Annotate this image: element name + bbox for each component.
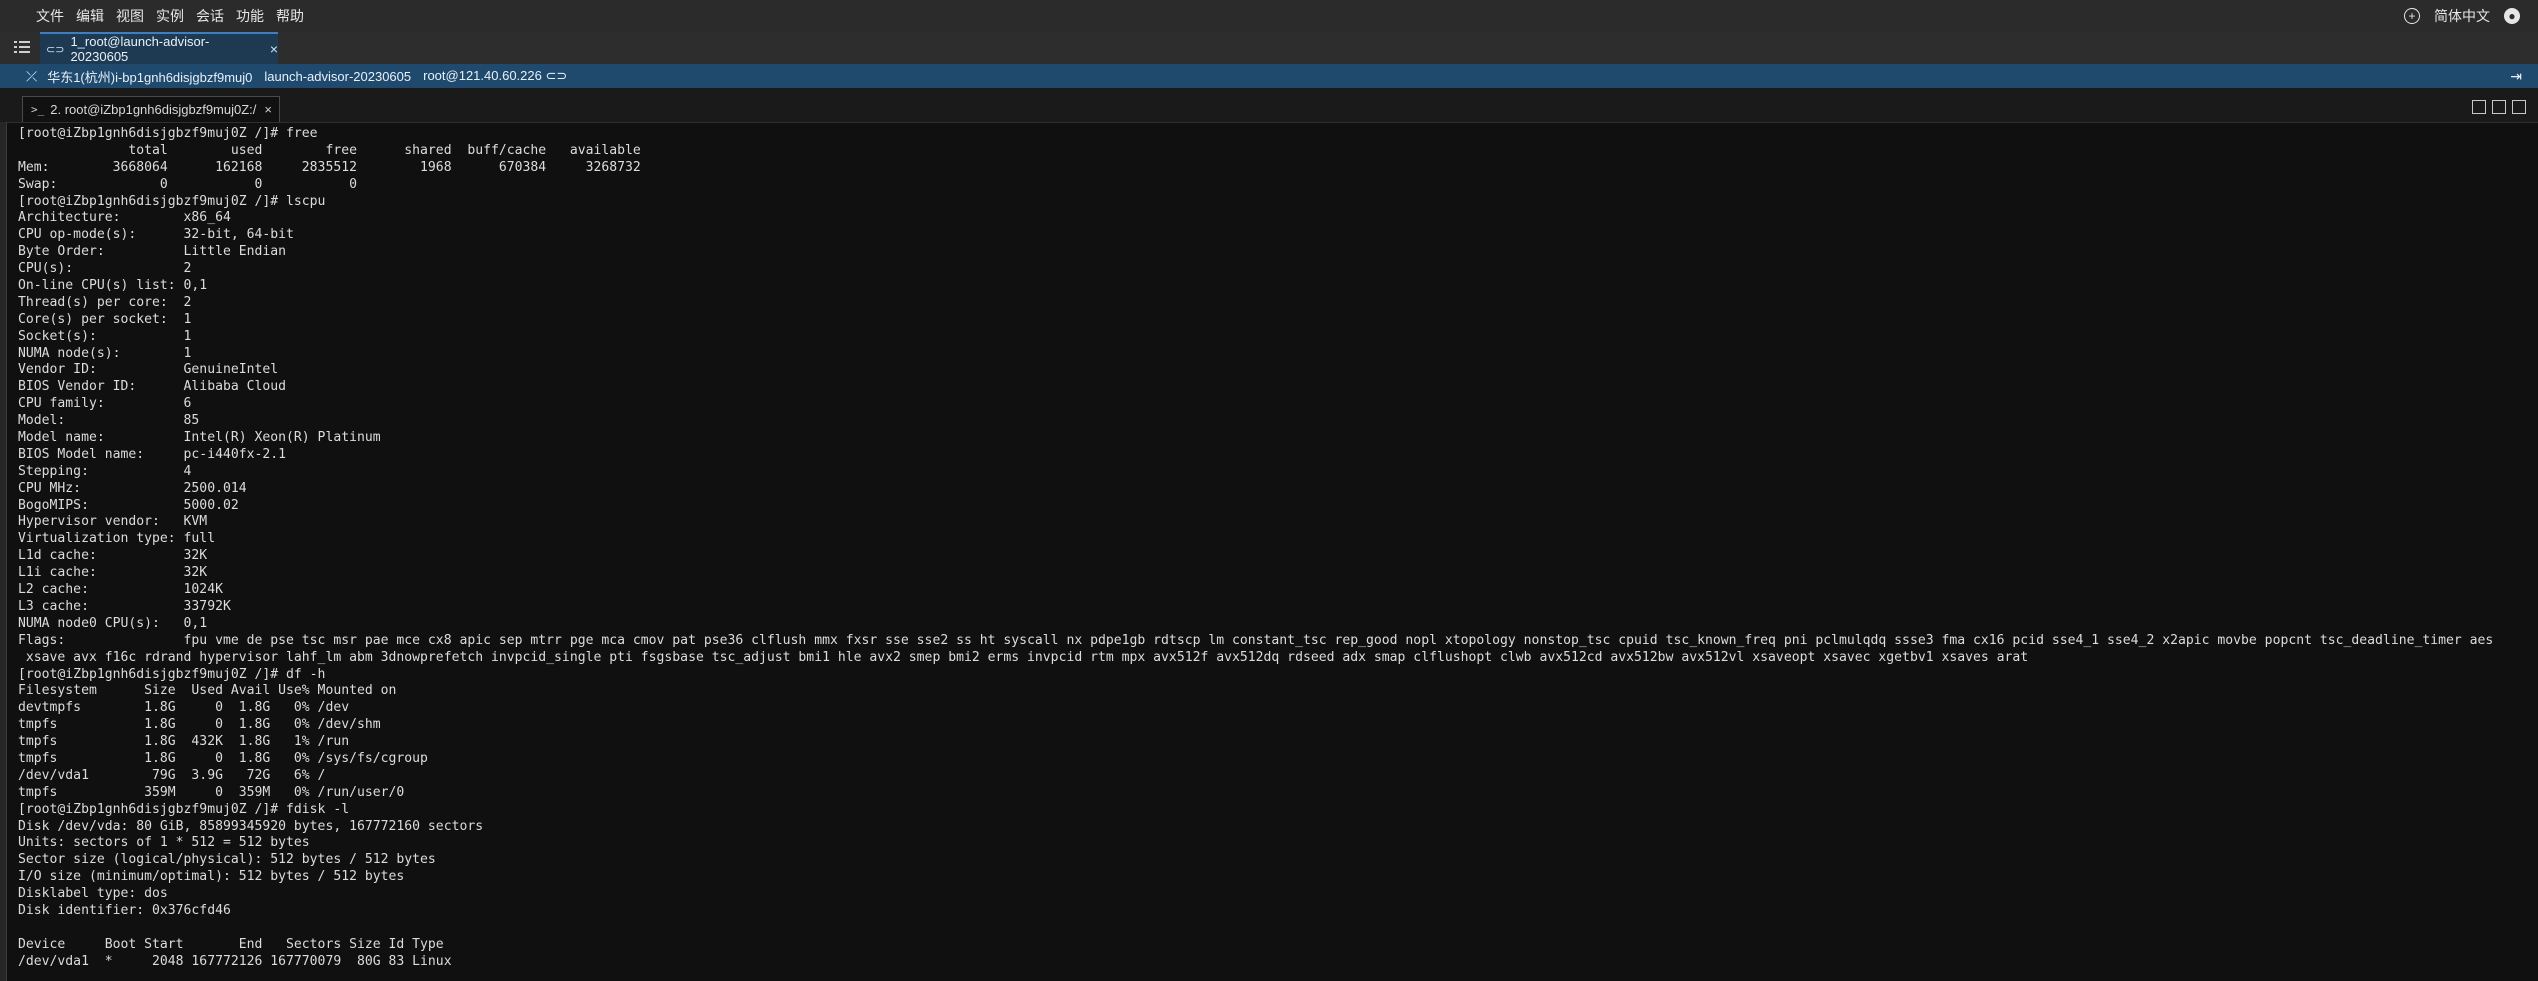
terminal-line: [root@iZbp1gnh6disjgbzf9muj0Z /]# df -h bbox=[18, 666, 326, 682]
terminal-line: Hypervisor vendor: KVM bbox=[18, 514, 208, 530]
address-text: root@121.40.60.226 bbox=[423, 68, 542, 83]
menu-session[interactable]: 会话 bbox=[190, 6, 230, 26]
terminal-line: Device Boot Start End Sectors Size Id Ty… bbox=[18, 936, 444, 952]
terminal-line: Stepping: 4 bbox=[18, 463, 192, 479]
terminal-line: L2 cache: 1024K bbox=[18, 582, 223, 598]
terminal-line: /dev/vda1 * 2048 167772126 167770079 80G… bbox=[18, 953, 452, 969]
terminal-line: Vendor ID: GenuineIntel bbox=[18, 362, 279, 378]
terminal-line: L1d cache: 32K bbox=[18, 548, 208, 564]
menu-bar: 文件 编辑 视图 实例 会话 功能 帮助 + 简体中文 ● bbox=[0, 0, 2538, 32]
terminal-line: NUMA node0 CPU(s): 0,1 bbox=[18, 615, 208, 631]
terminal-line: NUMA node(s): 1 bbox=[18, 345, 192, 361]
language-selector[interactable]: 简体中文 bbox=[2434, 6, 2490, 26]
terminal-line: BIOS Vendor ID: Alibaba Cloud bbox=[18, 379, 287, 395]
menu-instance[interactable]: 实例 bbox=[150, 6, 190, 26]
instance-name: launch-advisor-20230605 bbox=[264, 68, 412, 84]
menu-features[interactable]: 功能 bbox=[230, 6, 270, 26]
terminal-line: xsave avx f16c rdrand hypervisor lahf_lm… bbox=[18, 649, 2029, 665]
terminal-line: Disk identifier: 0x376cfd46 bbox=[18, 902, 231, 918]
layout-controls bbox=[2472, 100, 2526, 114]
close-terminal-tab-icon[interactable]: × bbox=[264, 102, 272, 117]
terminal-line: tmpfs 1.8G 432K 1.8G 1% /run bbox=[18, 734, 350, 750]
terminal-line: [root@iZbp1gnh6disjgbzf9muj0Z /]# lscpu bbox=[18, 193, 326, 209]
terminal-line: Virtualization type: full bbox=[18, 531, 216, 547]
split-horizontal-icon[interactable] bbox=[2512, 100, 2526, 114]
connection-info-bar: ⤫ 华东1(杭州)i-bp1gnh6disjgbzf9muj0 launch-a… bbox=[0, 64, 2538, 88]
session-tab-bar: ⊂⊃ 1_root@launch-advisor-20230605 × bbox=[0, 32, 2538, 65]
terminal-line: [root@iZbp1gnh6disjgbzf9muj0Z /]# fdisk … bbox=[18, 801, 350, 817]
user-avatar-icon[interactable]: ● bbox=[2504, 8, 2520, 24]
terminal-line: Mem: 3668064 162168 2835512 1968 670384 … bbox=[18, 159, 641, 175]
menu-edit[interactable]: 编辑 bbox=[70, 6, 110, 26]
close-tab-icon[interactable]: × bbox=[270, 41, 278, 57]
side-panel-strip[interactable] bbox=[0, 122, 7, 981]
terminal-line: Thread(s) per core: 2 bbox=[18, 294, 192, 310]
terminal-line: Disklabel type: dos bbox=[18, 886, 168, 902]
terminal-line: total used free shared buff/cache availa… bbox=[18, 142, 641, 158]
terminal-line: Socket(s): 1 bbox=[18, 328, 192, 344]
menubar-right: + 简体中文 ● bbox=[2404, 0, 2520, 32]
terminal-line: Units: sectors of 1 * 512 = 512 bytes bbox=[18, 835, 310, 851]
terminal-line: L1i cache: 32K bbox=[18, 565, 208, 581]
terminal-line: L3 cache: 33792K bbox=[18, 598, 231, 614]
terminal-line: Flags: fpu vme de pse tsc msr pae mce cx… bbox=[18, 632, 2494, 648]
disconnect-icon[interactable]: ⤫ bbox=[26, 68, 37, 85]
terminal-line: Model: 85 bbox=[18, 413, 200, 429]
terminal-line: devtmpfs 1.8G 0 1.8G 0% /dev bbox=[18, 700, 350, 716]
terminal-line: BIOS Model name: pc-i440fx-2.1 bbox=[18, 446, 287, 462]
terminal-line: CPU family: 6 bbox=[18, 396, 192, 412]
terminal-line: Sector size (logical/physical): 512 byte… bbox=[18, 852, 436, 868]
terminal-output[interactable]: [root@iZbp1gnh6disjgbzf9muj0Z /]# free t… bbox=[18, 126, 2534, 981]
terminal-line: On-line CPU(s) list: 0,1 bbox=[18, 278, 208, 294]
menu-file[interactable]: 文件 bbox=[30, 6, 70, 26]
terminal-line: tmpfs 359M 0 359M 0% /run/user/0 bbox=[18, 784, 405, 800]
terminal-line: Swap: 0 0 0 bbox=[18, 176, 357, 192]
exit-icon[interactable]: ⇥ bbox=[2510, 68, 2522, 85]
session-tab-label: 1_root@launch-advisor-20230605 bbox=[70, 34, 210, 64]
terminal-line: Core(s) per socket: 1 bbox=[18, 311, 192, 327]
terminal-line: [root@iZbp1gnh6disjgbzf9muj0Z /]# free bbox=[18, 126, 318, 141]
terminal-line: /dev/vda1 79G 3.9G 72G 6% / bbox=[18, 767, 326, 783]
terminal-line: Byte Order: Little Endian bbox=[18, 244, 287, 260]
terminal-line: tmpfs 1.8G 0 1.8G 0% /dev/shm bbox=[18, 717, 381, 733]
terminal-icon: >_ bbox=[31, 103, 45, 116]
terminal-line: Filesystem Size Used Avail Use% Mounted … bbox=[18, 683, 397, 699]
session-list-icon[interactable] bbox=[14, 40, 32, 56]
terminal-cursor-line bbox=[18, 971, 2534, 981]
add-circle-icon[interactable]: + bbox=[2404, 8, 2420, 24]
terminal-line: CPU MHz: 2500.014 bbox=[18, 480, 247, 496]
terminal-tab[interactable]: >_ 2. root@iZbp1gnh6disjgbzf9muj0Z:/ × bbox=[22, 96, 280, 122]
new-pane-icon[interactable] bbox=[2472, 100, 2486, 114]
region-instance-id: 华东1(杭州)i-bp1gnh6disjgbzf9muj0 bbox=[47, 69, 253, 85]
terminal-line: CPU op-mode(s): 32-bit, 64-bit bbox=[18, 227, 294, 243]
terminal-line: Model name: Intel(R) Xeon(R) Platinum bbox=[18, 430, 381, 446]
terminal-tab-bar: >_ 2. root@iZbp1gnh6disjgbzf9muj0Z:/ × bbox=[0, 88, 2538, 123]
terminal-line: tmpfs 1.8G 0 1.8G 0% /sys/fs/cgroup bbox=[18, 750, 428, 766]
menu-help[interactable]: 帮助 bbox=[270, 6, 310, 26]
terminal-line: Architecture: x86_64 bbox=[18, 210, 231, 226]
session-tab[interactable]: ⊂⊃ 1_root@launch-advisor-20230605 × bbox=[40, 32, 278, 64]
terminal-line: Disk /dev/vda: 80 GiB, 85899345920 bytes… bbox=[18, 818, 484, 834]
connection-address: root@121.40.60.226 ⊂⊃ bbox=[423, 68, 568, 83]
terminal-line: I/O size (minimum/optimal): 512 bytes / … bbox=[18, 869, 405, 885]
menu-view[interactable]: 视图 bbox=[110, 6, 150, 26]
terminal-line: CPU(s): 2 bbox=[18, 261, 192, 277]
link-icon: ⊂⊃ bbox=[46, 43, 65, 56]
terminal-line: BogoMIPS: 5000.02 bbox=[18, 497, 239, 513]
terminal-tab-label: 2. root@iZbp1gnh6disjgbzf9muj0Z:/ bbox=[50, 102, 257, 117]
split-vertical-icon[interactable] bbox=[2492, 100, 2506, 114]
